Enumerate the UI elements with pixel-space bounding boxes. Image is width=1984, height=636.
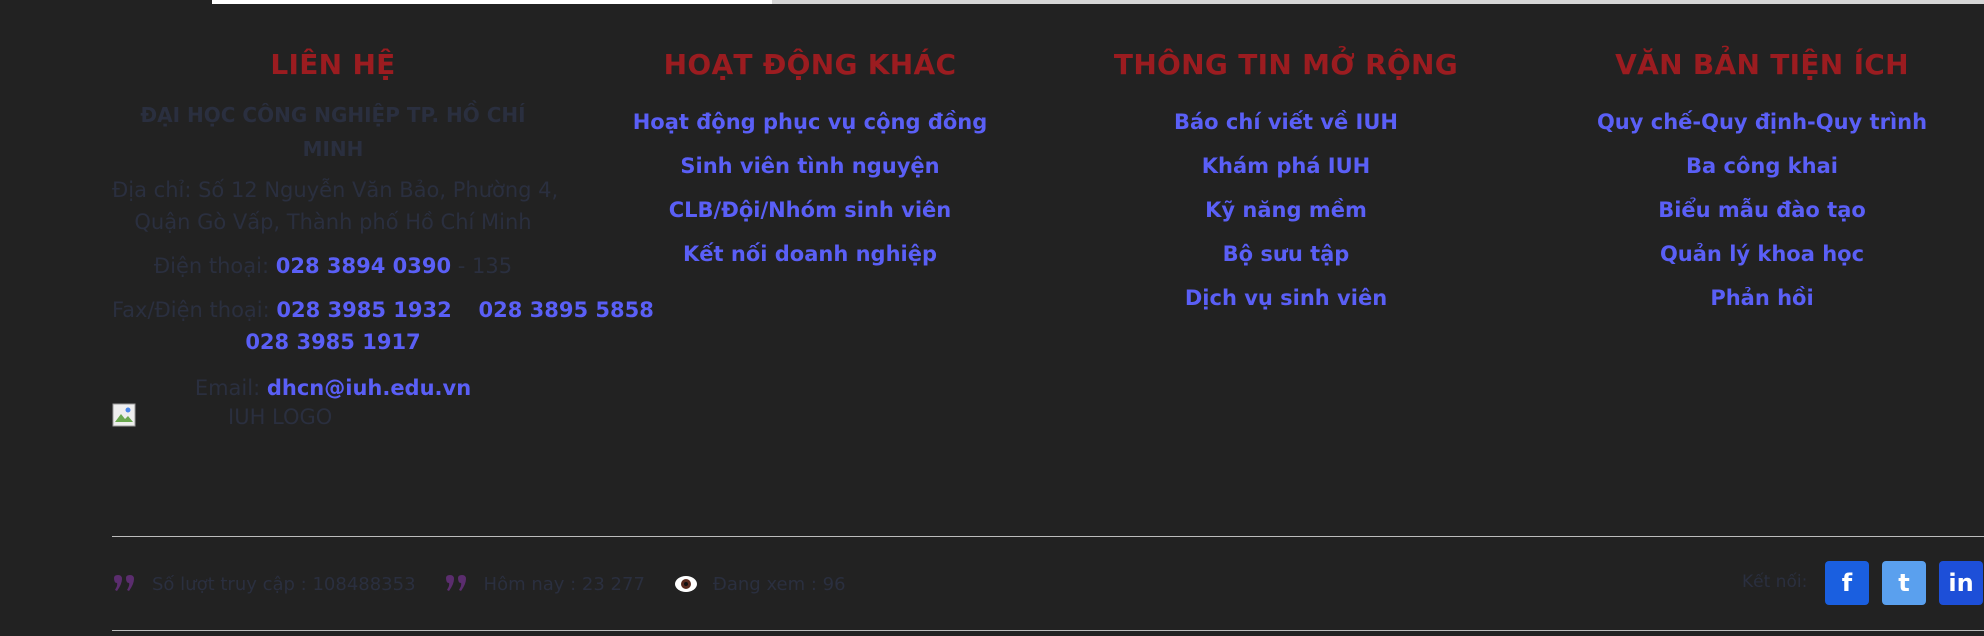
link-volunteer-students[interactable]: Sinh viên tình nguyện bbox=[590, 144, 1030, 188]
extended-info-column: THÔNG TIN MỞ RỘNG Báo chí viết về IUH Kh… bbox=[1066, 44, 1506, 320]
address-line-1: Địa chỉ: Số 12 Nguyễn Văn Bảo, Phường 4, bbox=[112, 178, 559, 202]
link-community-service[interactable]: Hoạt động phục vụ cộng đồng bbox=[590, 100, 1030, 144]
today-visits-text: Hôm nay : 23 277 bbox=[483, 573, 645, 595]
top-border-left bbox=[0, 0, 212, 4]
eye-icon bbox=[674, 576, 697, 592]
top-border-right bbox=[772, 0, 1984, 4]
other-activities-column: HOẠT ĐỘNG KHÁC Hoạt động phục vụ cộng đồ… bbox=[590, 44, 1030, 276]
stat-total-visits: Số lượt truy cập : 108488353 bbox=[112, 574, 416, 595]
utility-documents-column: VĂN BẢN TIỆN ÍCH Quy chế-Quy định-Quy tr… bbox=[1542, 44, 1982, 320]
address-line-2: Quận Gò Vấp, Thành phố Hồ Chí Minh bbox=[134, 210, 532, 234]
email-link[interactable]: dhcn@iuh.edu.vn bbox=[267, 376, 471, 400]
link-feedback[interactable]: Phản hồi bbox=[1542, 276, 1982, 320]
total-visits-text: Số lượt truy cập : 108488353 bbox=[152, 573, 416, 595]
link-student-services[interactable]: Dịch vụ sinh viên bbox=[1066, 276, 1506, 320]
quote-icon bbox=[114, 575, 134, 591]
twitter-button[interactable]: t bbox=[1882, 561, 1926, 605]
facebook-button[interactable]: f bbox=[1825, 561, 1869, 605]
link-regulations[interactable]: Quy chế-Quy định-Quy trình bbox=[1542, 100, 1982, 144]
fax-link-2[interactable]: 028 3895 5858 bbox=[479, 298, 654, 322]
email-row: Email: dhcn@iuh.edu.vn bbox=[112, 372, 554, 404]
stat-today: Hôm nay : 23 277 bbox=[444, 574, 645, 595]
email-label: Email: bbox=[194, 376, 261, 400]
link-collection[interactable]: Bộ sưu tập bbox=[1066, 232, 1506, 276]
link-soft-skills[interactable]: Kỹ năng mềm bbox=[1066, 188, 1506, 232]
iuh-logo[interactable]: IUH LOGO bbox=[112, 403, 342, 437]
linkedin-button[interactable]: in bbox=[1939, 561, 1983, 605]
phone-ext: - 135 bbox=[457, 254, 513, 278]
divider-bottom bbox=[112, 630, 1984, 631]
link-business-connection[interactable]: Kết nối doanh nghiệp bbox=[590, 232, 1030, 276]
other-activities-title: HOẠT ĐỘNG KHÁC bbox=[663, 48, 957, 81]
link-explore-iuh[interactable]: Khám phá IUH bbox=[1066, 144, 1506, 188]
extended-info-title: THÔNG TIN MỞ RỘNG bbox=[1113, 48, 1459, 81]
fax-link-3[interactable]: 028 3985 1917 bbox=[245, 330, 420, 354]
phone-row: Điện thoại: 028 3894 0390 - 135 bbox=[112, 250, 554, 282]
contact-column: LIÊN HỆ ĐẠI HỌC CÔNG NGHIỆP TP. HỒ CHÍ M… bbox=[112, 44, 654, 404]
top-border-highlight bbox=[212, 0, 772, 4]
fax-link-1[interactable]: 028 3985 1932 bbox=[276, 298, 451, 322]
link-training-forms[interactable]: Biểu mẫu đào tạo bbox=[1542, 188, 1982, 232]
online-text: Đang xem : 96 bbox=[712, 573, 846, 595]
linkedin-icon: in bbox=[1948, 569, 1974, 597]
quote-icon bbox=[445, 575, 466, 591]
contact-title: LIÊN HỆ bbox=[270, 48, 396, 81]
school-name: ĐẠI HỌC CÔNG NGHIỆP TP. HỒ CHÍ MINH bbox=[140, 103, 526, 161]
phone-label: Điện thoại: bbox=[153, 254, 270, 278]
link-press[interactable]: Báo chí viết về IUH bbox=[1066, 100, 1506, 144]
utility-documents-title: VĂN BẢN TIỆN ÍCH bbox=[1615, 48, 1909, 81]
fax-label: Fax/Điện thoại: bbox=[112, 298, 270, 322]
follow-label: Kết nối: bbox=[1742, 572, 1808, 592]
logo-alt-text: IUH LOGO bbox=[228, 405, 333, 429]
divider-top bbox=[112, 536, 1984, 537]
broken-image-icon bbox=[112, 403, 136, 427]
link-three-disclosures[interactable]: Ba công khai bbox=[1542, 144, 1982, 188]
fax-row-2: 028 3985 1917 bbox=[112, 326, 554, 358]
facebook-icon: f bbox=[1841, 569, 1853, 597]
twitter-icon: t bbox=[1898, 569, 1910, 597]
visit-stats: Số lượt truy cập : 108488353 Hôm nay : 2… bbox=[112, 566, 874, 602]
stat-online: Đang xem : 96 bbox=[673, 574, 846, 595]
link-science-management[interactable]: Quản lý khoa học bbox=[1542, 232, 1982, 276]
phone-link[interactable]: 028 3894 0390 bbox=[276, 254, 451, 278]
fax-row: Fax/Điện thoại: 028 3985 1932 028 3895 5… bbox=[112, 294, 654, 326]
link-student-clubs[interactable]: CLB/Đội/Nhóm sinh viên bbox=[590, 188, 1030, 232]
